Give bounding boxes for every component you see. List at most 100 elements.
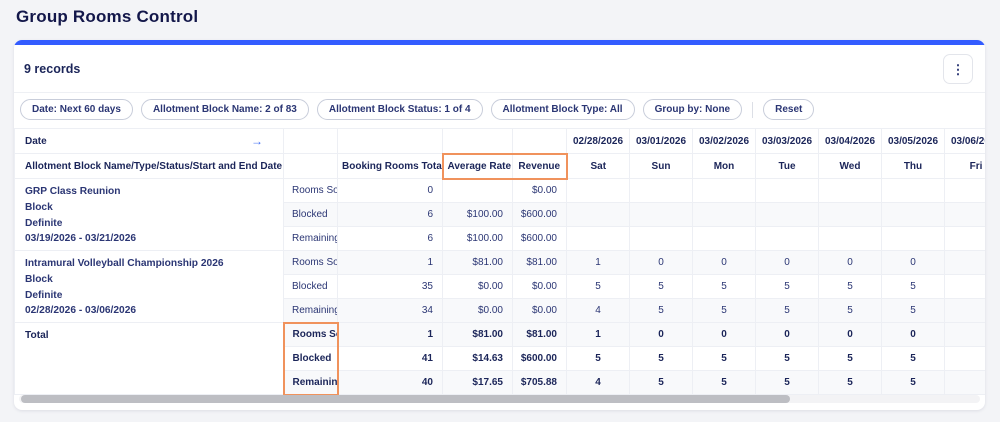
block-sort-header[interactable]: Allotment Block Name/Type/Status/Start a…	[15, 154, 284, 179]
day-value-cell: 4	[567, 371, 630, 395]
revenue-cell: $600.00	[513, 203, 567, 227]
horizontal-scrollbar-thumb[interactable]	[21, 395, 790, 403]
day-value-cell	[630, 227, 693, 251]
day-value-cell: 5	[882, 275, 945, 299]
day-column-header: Mon	[693, 154, 756, 179]
day-column-header: Tue	[756, 154, 819, 179]
day-value-cell	[819, 227, 882, 251]
row-type-label: Remaining	[284, 299, 338, 323]
block-header-label: Allotment Block Name/Type/Status/Start a…	[25, 161, 282, 172]
day-value-cell	[567, 227, 630, 251]
day-column-header: Sun	[630, 154, 693, 179]
day-value-cell	[945, 203, 986, 227]
block-date-range: 03/19/2026 - 03/21/2026	[25, 231, 275, 247]
filter-chip-date[interactable]: Date: Next 60 days	[20, 99, 133, 120]
average-rate-cell	[443, 179, 513, 203]
date-column-header: 02/28/2026	[567, 129, 630, 154]
day-value-cell: 0	[882, 251, 945, 275]
more-options-button[interactable]: ⋮	[943, 54, 973, 84]
revenue-cell: $81.00	[513, 323, 567, 347]
day-value-cell	[630, 179, 693, 203]
day-value-cell	[756, 227, 819, 251]
row-type-label: Remaining	[284, 371, 338, 395]
header-row-labels: Allotment Block Name/Type/Status/Start a…	[15, 154, 986, 179]
row-type-label: Blocked	[284, 203, 338, 227]
day-value-cell	[882, 203, 945, 227]
date-column-header: 03/01/2026	[630, 129, 693, 154]
day-value-cell	[693, 179, 756, 203]
day-value-cell: 5	[756, 347, 819, 371]
booking-rooms-total-cell: 40	[338, 371, 443, 395]
date-column-header: 03/02/2026	[693, 129, 756, 154]
day-value-cell: 0	[693, 251, 756, 275]
day-value-cell: 0	[882, 323, 945, 347]
day-value-cell	[693, 203, 756, 227]
reset-filters-button[interactable]: Reset	[763, 99, 814, 120]
day-value-cell	[882, 179, 945, 203]
date-sort-header[interactable]: Date →	[15, 129, 284, 154]
day-value-cell: 5	[630, 299, 693, 323]
empty-header-cell	[284, 154, 338, 179]
date-header-label: Date	[25, 136, 47, 147]
filter-chip-group-by[interactable]: Group by: None	[643, 99, 743, 120]
day-value-cell	[945, 299, 986, 323]
sort-right-arrow-icon[interactable]: →	[251, 134, 263, 148]
day-value-cell: 1	[567, 323, 630, 347]
row-type-label: Rooms Sold	[284, 323, 338, 347]
booking-rooms-total-cell: 35	[338, 275, 443, 299]
day-value-cell: 0	[630, 251, 693, 275]
day-value-cell: 5	[756, 299, 819, 323]
revenue-cell: $0.00	[513, 299, 567, 323]
allotment-block-info-cell: GRP Class ReunionBlockDefinite03/19/2026…	[15, 179, 284, 251]
booking-rooms-total-cell: 41	[338, 347, 443, 371]
day-value-cell: 5	[630, 371, 693, 395]
day-value-cell	[567, 179, 630, 203]
day-value-cell: 5	[567, 275, 630, 299]
average-rate-cell: $0.00	[443, 275, 513, 299]
booking-rooms-total-cell: 34	[338, 299, 443, 323]
day-column-header: Fri	[945, 154, 986, 179]
block-name: GRP Class Reunion	[25, 184, 275, 200]
revenue-header: Revenue	[513, 154, 567, 179]
day-value-cell: 5	[693, 275, 756, 299]
day-value-cell: 0	[756, 323, 819, 347]
horizontal-scrollbar[interactable]	[19, 395, 980, 403]
average-rate-cell: $0.00	[443, 299, 513, 323]
booking-rooms-total-header: Booking Rooms Total	[338, 154, 443, 179]
day-value-cell: 5	[756, 275, 819, 299]
revenue-cell: $600.00	[513, 227, 567, 251]
day-value-cell: 5	[819, 371, 882, 395]
filter-chip-block-status[interactable]: Allotment Block Status: 1 of 4	[317, 99, 483, 120]
day-value-cell	[567, 203, 630, 227]
revenue-cell: $0.00	[513, 179, 567, 203]
day-value-cell	[882, 227, 945, 251]
date-column-header: 03/04/2026	[819, 129, 882, 154]
day-value-cell	[756, 179, 819, 203]
day-value-cell	[945, 275, 986, 299]
filter-chip-block-name[interactable]: Allotment Block Name: 2 of 83	[141, 99, 309, 120]
day-value-cell: 1	[567, 251, 630, 275]
chip-divider	[752, 102, 753, 118]
day-value-cell: 5	[630, 275, 693, 299]
day-value-cell: 0	[819, 323, 882, 347]
date-column-header: 03/03/2026	[756, 129, 819, 154]
filter-chip-block-type[interactable]: Allotment Block Type: All	[491, 99, 635, 120]
average-rate-cell: $100.00	[443, 203, 513, 227]
booking-rooms-total-cell: 1	[338, 323, 443, 347]
booking-rooms-total-cell: 1	[338, 251, 443, 275]
day-value-cell: 0	[819, 251, 882, 275]
day-value-cell	[819, 179, 882, 203]
day-value-cell: 5	[882, 371, 945, 395]
day-value-cell	[945, 251, 986, 275]
day-value-cell	[630, 203, 693, 227]
day-column-header: Thu	[882, 154, 945, 179]
day-value-cell	[693, 227, 756, 251]
day-value-cell: 5	[693, 299, 756, 323]
filter-chips-row: Date: Next 60 days Allotment Block Name:…	[14, 92, 985, 128]
booking-rooms-total-cell: 0	[338, 179, 443, 203]
revenue-cell: $600.00	[513, 347, 567, 371]
records-header: 9 records ⋮	[14, 45, 985, 92]
day-column-header: Sat	[567, 154, 630, 179]
block-status: Definite	[25, 288, 275, 304]
group-rooms-card: 9 records ⋮ Date: Next 60 days Allotment…	[14, 40, 985, 410]
